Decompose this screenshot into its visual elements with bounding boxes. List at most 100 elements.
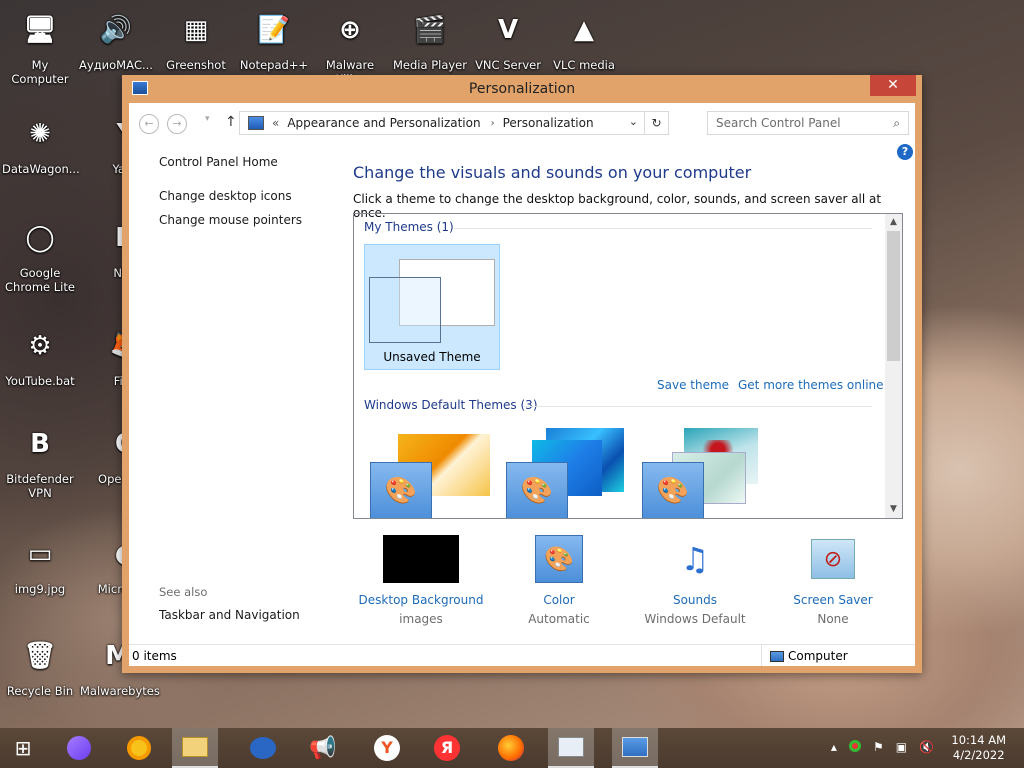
desktop-icon-label: Media Player (393, 58, 467, 72)
themes-scrollbar[interactable]: ▲ ▼ (885, 214, 902, 518)
chrome-tray-icon[interactable] (848, 740, 861, 752)
desktop-icon-label: АудиоМАС... (79, 58, 153, 72)
forward-button[interactable]: → (167, 114, 187, 134)
desktop-shortcut-icon: ✺ (29, 119, 51, 149)
color-palette-icon: 🎨 (535, 535, 583, 583)
desktop-icon-vnc-server[interactable]: V VNC Server (470, 6, 546, 72)
address-dropdown-icon[interactable]: ⌄ (629, 115, 638, 128)
scroll-down-icon[interactable]: ▼ (885, 501, 902, 518)
refresh-button[interactable]: ↻ (644, 112, 668, 134)
desktop-shortcut-icon: 🎬 (413, 15, 447, 45)
desktop-icon-youtube-bat[interactable]: ⚙ YouTube.bat (2, 322, 78, 388)
color-link[interactable]: Color (489, 593, 629, 607)
desktop-icon-google-chrome-lite[interactable]: ◯ Google Chrome Lite (2, 214, 78, 294)
chrome-lite-icon[interactable] (116, 728, 162, 768)
close-button[interactable]: ✕ (870, 75, 916, 96)
save-theme-link[interactable]: Save theme (657, 378, 729, 392)
screen-saver-setting[interactable]: ⊘ Screen Saver None (763, 535, 903, 626)
recent-locations-chevron-icon[interactable]: ▾ (205, 114, 210, 124)
firefox-icon[interactable] (488, 728, 534, 768)
clock[interactable]: 10:14 AM 4/2/2022 (951, 733, 1006, 763)
desktop-shortcut-icon: ⚙ (28, 331, 52, 361)
desktop-icon-vlc-media[interactable]: ▲ VLC media (546, 6, 622, 72)
up-button[interactable]: ↑ (225, 114, 237, 130)
desktop-icon-label: VNC Server (475, 58, 541, 72)
desktop-shortcut-icon: ◯ (25, 223, 55, 253)
desktop-icon-label: Notepad++ (239, 58, 309, 72)
taskbar: ⊞ 📢 Y Я ▴ ⚑ ▣ 🔇 10:14 AM 4/2/2022 (0, 728, 1024, 768)
alice-icon[interactable] (56, 728, 102, 768)
desktop-background-setting[interactable]: Desktop Background images (351, 535, 491, 626)
windows-theme-tile[interactable]: 🎨 (366, 422, 496, 518)
screen-saver-link[interactable]: Screen Saver (763, 593, 903, 607)
desktop-icon-recycle-bin[interactable]: 🗑 Recycle Bin (2, 632, 78, 698)
desktop-icon-label: Bitdefender VPN (6, 472, 74, 500)
item-count: 0 items (132, 649, 177, 663)
left-pane: Control Panel Home Change desktop icons … (159, 155, 359, 237)
back-button[interactable]: ← (139, 114, 159, 134)
change-desktop-icons-link[interactable]: Change desktop icons (159, 189, 359, 203)
scrollbar-thumb[interactable] (887, 231, 900, 361)
mail-icon[interactable] (240, 728, 286, 768)
desktop-icon-bitdefender-vpn[interactable]: B Bitdefender VPN (2, 420, 78, 500)
sounds-link[interactable]: Sounds (625, 593, 765, 607)
desktop-icon-label: Google Chrome Lite (5, 266, 75, 294)
control-panel-taskbar-icon[interactable] (612, 728, 658, 768)
desktop-shortcut-icon: ▲ (574, 15, 594, 45)
desktop-icon-datawagon-[interactable]: ✺ DataWagon... (2, 110, 80, 176)
flowers-theme-tile[interactable]: 🎨 (638, 422, 768, 518)
get-more-themes-link[interactable]: Get more themes online (738, 378, 884, 392)
scroll-up-icon[interactable]: ▲ (885, 214, 902, 231)
help-icon[interactable]: ? (897, 144, 913, 160)
action-center-icon[interactable]: ⚑ (873, 740, 884, 754)
desktop-background-link[interactable]: Desktop Background (351, 593, 491, 607)
screen-saver-value: None (817, 612, 849, 626)
themes-list[interactable]: My Themes (1) Unsaved Theme Save theme G… (353, 213, 903, 519)
my-themes-title: My Themes (1) (364, 220, 454, 234)
address-bar[interactable]: « Appearance and Personalization › Perso… (239, 111, 669, 135)
computer-label: Computer (788, 649, 848, 663)
breadcrumb-separator-icon[interactable]: › (491, 118, 495, 129)
title-bar[interactable]: Personalization ✕ (122, 75, 922, 103)
computer-zone: Computer (761, 645, 915, 666)
desktop-shortcut-icon: V (497, 15, 519, 45)
breadcrumb-personalization[interactable]: Personalization (503, 116, 594, 130)
show-hidden-icons-icon[interactable]: ▴ (831, 740, 837, 754)
desktop-icon-greenshot[interactable]: ▦ Greenshot (158, 6, 234, 72)
sounds-setting[interactable]: ♫ Sounds Windows Default (625, 535, 765, 626)
color-palette-icon: 🎨 (642, 462, 704, 518)
search-icon[interactable]: ⌕ (893, 116, 900, 131)
audio-icon[interactable]: 📢 (300, 728, 346, 768)
desktop-icon-label: DataWagon... (2, 162, 80, 176)
unsaved-theme-tile[interactable]: Unsaved Theme (364, 244, 500, 370)
yandex-browser-icon[interactable]: Y (364, 728, 410, 768)
volume-muted-icon[interactable]: 🔇 (919, 740, 934, 754)
desktop-icon-label: VLC media (553, 58, 615, 72)
desktop-icon-label: img9.jpg (14, 582, 66, 596)
desktop-icon-аудиомас-[interactable]: 🔊 АудиоМАС... (78, 6, 154, 72)
network-icon[interactable]: ▣ (896, 740, 907, 754)
color-value: Automatic (528, 612, 590, 626)
desktop-icon-malware-killer[interactable]: ⊕Malware Killer (312, 6, 388, 86)
color-setting[interactable]: 🎨 Color Automatic (489, 535, 629, 626)
start-button[interactable]: ⊞ (0, 728, 46, 768)
performance-monitor-icon[interactable] (548, 728, 594, 768)
control-panel-home-link[interactable]: Control Panel Home (159, 155, 359, 169)
control-panel-icon (248, 116, 264, 130)
desktop-icon-my-computer[interactable]: 🖥 My Computer (2, 6, 78, 86)
yandex-icon[interactable]: Я (424, 728, 470, 768)
desktop-icon-img9-jpg[interactable]: ▭ img9.jpg (2, 530, 78, 596)
search-placeholder: Search Control Panel (716, 116, 841, 130)
breadcrumb-overflow[interactable]: « (272, 116, 279, 130)
system-tray: ▴ ⚑ ▣ 🔇 (831, 740, 934, 754)
taskbar-navigation-link[interactable]: Taskbar and Navigation (159, 608, 300, 622)
breadcrumb-appearance[interactable]: Appearance and Personalization (287, 116, 480, 130)
change-mouse-pointers-link[interactable]: Change mouse pointers (159, 213, 359, 227)
desktop-shortcut-icon: 🗑 (23, 641, 57, 671)
desktop-shortcut-icon: 📝 (257, 15, 291, 45)
search-input[interactable]: Search Control Panel ⌕ (707, 111, 909, 135)
lines-colors-theme-tile[interactable]: 🎨 (502, 422, 632, 518)
desktop-icon-media-player[interactable]: 🎬 Media Player (392, 6, 468, 72)
file-explorer-icon[interactable] (172, 728, 218, 768)
desktop-icon-notepad-[interactable]: 📝 Notepad++ (236, 6, 312, 72)
